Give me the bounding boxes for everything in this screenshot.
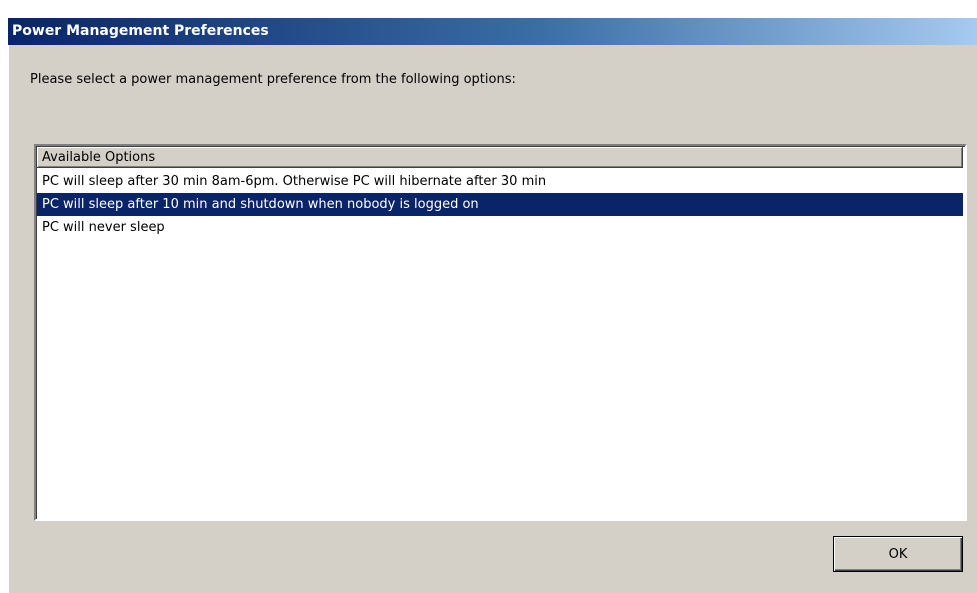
- instruction-text: Please select a power management prefere…: [30, 72, 516, 87]
- list-item-option-3[interactable]: PC will never sleep: [37, 216, 963, 239]
- ok-button[interactable]: OK: [833, 536, 963, 572]
- dialog-window: Power Management Preferences Please sele…: [8, 18, 977, 593]
- column-header-label: Available Options: [42, 150, 156, 165]
- list-item-option-1[interactable]: PC will sleep after 30 min 8am-6pm. Othe…: [37, 170, 963, 193]
- list-item-option-2[interactable]: PC will sleep after 10 min and shutdown …: [37, 193, 963, 216]
- title-bar[interactable]: Power Management Preferences: [8, 18, 977, 45]
- options-list[interactable]: Available Options PC will sleep after 30…: [34, 144, 967, 521]
- options-list-items: PC will sleep after 30 min 8am-6pm. Othe…: [37, 170, 963, 239]
- window-title: Power Management Preferences: [12, 23, 269, 39]
- column-header-available-options[interactable]: Available Options: [37, 147, 963, 168]
